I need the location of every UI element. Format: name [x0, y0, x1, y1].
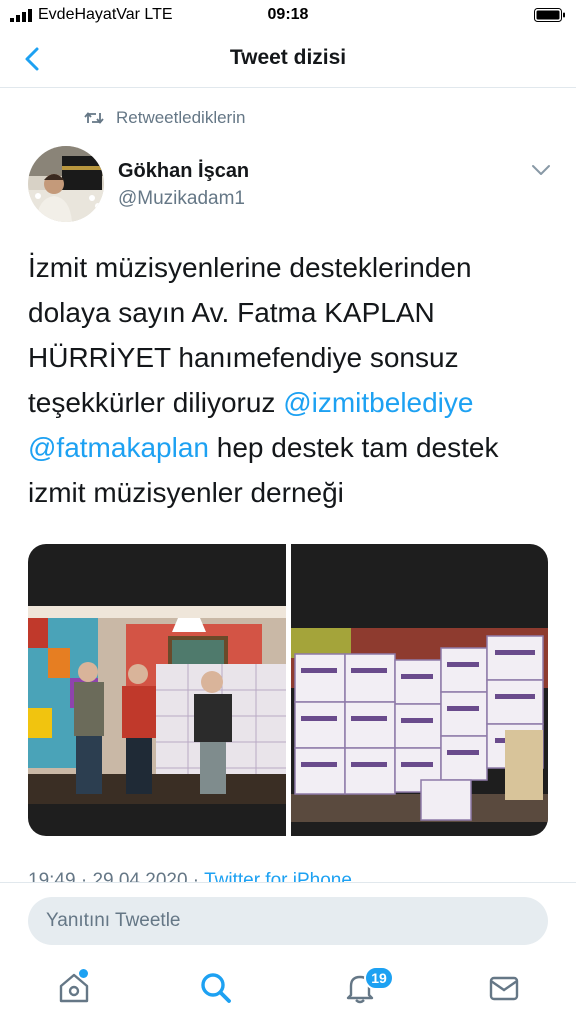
chevron-down-icon[interactable]: [530, 162, 552, 178]
status-time: 09:18: [267, 6, 309, 23]
tweet-text: İzmit müzisyenlerine desteklerinden dola…: [28, 245, 558, 515]
author-handle[interactable]: @Muzikadam1: [118, 188, 245, 210]
reply-bar: Yanıtını Tweetle: [0, 882, 576, 958]
mention-link[interactable]: @izmitbelediye: [283, 387, 473, 418]
retweet-context[interactable]: Retweetlediklerin: [84, 107, 245, 129]
tweet-photo[interactable]: [290, 544, 549, 836]
retweet-icon: [84, 112, 104, 124]
status-bar: EvdeHayatVar LTE 09:18: [0, 0, 576, 30]
reply-placeholder: Yanıtını Tweetle: [46, 910, 181, 931]
tweet-media: [28, 544, 548, 836]
notifications-badge: 19: [364, 966, 394, 990]
retweet-context-label: Retweetlediklerin: [116, 108, 246, 127]
avatar[interactable]: [28, 146, 104, 222]
search-icon[interactable]: [198, 970, 234, 1006]
mail-icon[interactable]: [486, 970, 522, 1006]
reply-input[interactable]: Yanıtını Tweetle: [28, 897, 548, 945]
mention-link[interactable]: @fatmakaplan: [28, 432, 209, 463]
battery-icon: [534, 8, 565, 22]
tab-bar: [0, 958, 576, 1024]
page-title: Tweet dizisi: [229, 46, 347, 69]
author-name[interactable]: Gökhan İşcan: [118, 160, 249, 183]
header-bar: Tweet dizisi: [0, 30, 576, 88]
home-unread-dot: [79, 969, 88, 978]
tweet-photo[interactable]: [28, 544, 286, 836]
